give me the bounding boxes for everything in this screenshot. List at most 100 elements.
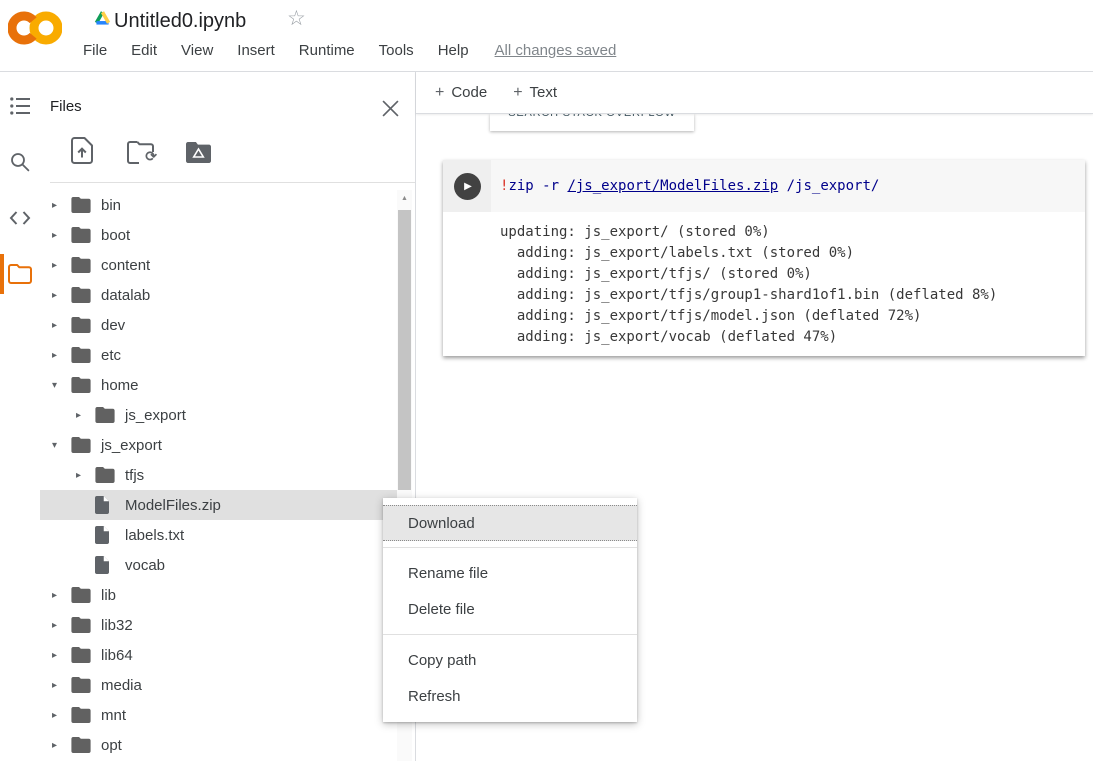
add-code-button[interactable]: + Code (435, 84, 487, 102)
tree-row-labels.txt[interactable]: labels.txt (40, 520, 397, 550)
menu-runtime[interactable]: Runtime (299, 42, 355, 59)
expand-arrow-icon[interactable]: ▸ (52, 230, 71, 241)
tree-row-content[interactable]: ▸ content (40, 250, 397, 280)
folder-icon (95, 407, 119, 423)
code-editor-row[interactable]: ▶ !zip -r /js_export/ModelFiles.zip /js_… (443, 160, 1085, 212)
expand-arrow-icon[interactable]: ▸ (52, 740, 71, 751)
tree-label: lib32 (101, 617, 133, 634)
menu-view[interactable]: View (181, 42, 213, 59)
scroll-up-arrow-icon[interactable]: ▲ (397, 190, 412, 206)
search-icon[interactable] (0, 142, 40, 182)
cell-output: updating: js_export/ (stored 0%) adding:… (443, 212, 1085, 356)
files-icon[interactable] (0, 254, 40, 294)
tree-label: boot (101, 227, 130, 244)
code-cell: ▶ !zip -r /js_export/ModelFiles.zip /js_… (443, 160, 1085, 356)
colab-logo-icon[interactable] (8, 6, 62, 55)
output-line: adding: js_export/tfjs/ (stored 0%) (500, 264, 1077, 285)
menu-help[interactable]: Help (438, 42, 469, 59)
menu-edit[interactable]: Edit (131, 42, 157, 59)
menu-tools[interactable]: Tools (379, 42, 414, 59)
expand-arrow-icon[interactable]: ▸ (76, 410, 95, 421)
colab-window: Untitled0.ipynb ☆ File Edit View Insert … (0, 0, 1093, 761)
add-text-label: Text (530, 84, 558, 101)
expand-arrow-icon[interactable]: ▸ (76, 470, 95, 481)
menu-item-delete-file[interactable]: Delete file (383, 592, 637, 628)
plus-icon: + (513, 84, 522, 102)
tree-row-lib[interactable]: ▸ lib (40, 580, 397, 610)
tree-label: lib (101, 587, 116, 604)
expand-arrow-icon[interactable]: ▸ (52, 680, 71, 691)
tree-row-boot[interactable]: ▸ boot (40, 220, 397, 250)
tree-row-home[interactable]: ▾home (40, 370, 397, 400)
google-drive-icon (94, 10, 111, 30)
file-icon (95, 526, 119, 544)
tree-label: tfjs (125, 467, 144, 484)
menu-item-refresh[interactable]: Refresh (383, 679, 637, 715)
code-path-link[interactable]: /js_export/ModelFiles.zip (567, 178, 778, 194)
tree-row-js_export[interactable]: ▸ js_export (40, 400, 397, 430)
expand-arrow-icon[interactable]: ▸ (52, 620, 71, 631)
tree-label: lib64 (101, 647, 133, 664)
tree-row-bin[interactable]: ▸bin (40, 190, 397, 220)
mount-drive-icon[interactable] (184, 134, 212, 164)
tree-row-dev[interactable]: ▸dev (40, 310, 397, 340)
save-status[interactable]: All changes saved (495, 42, 617, 59)
add-text-button[interactable]: + Text (513, 84, 557, 102)
collapse-arrow-icon[interactable]: ▾ (52, 440, 71, 451)
expand-arrow-icon[interactable]: ▸ (52, 290, 71, 301)
upload-file-icon[interactable] (68, 134, 96, 164)
menu-file[interactable]: File (83, 42, 107, 59)
tree-row-ModelFiles.zip[interactable]: ModelFiles.zip (40, 490, 397, 520)
scrollbar-thumb[interactable] (398, 210, 411, 490)
menu-item-copy-path[interactable]: Copy path (383, 643, 637, 679)
collapse-arrow-icon[interactable]: ▾ (52, 380, 71, 391)
folder-icon (71, 287, 95, 303)
tree-row-media[interactable]: ▸media (40, 670, 397, 700)
tree-row-tfjs[interactable]: ▸ tfjs (40, 460, 397, 490)
tree-label: ModelFiles.zip (125, 497, 221, 514)
files-toolbar: ⟳ (68, 134, 212, 164)
expand-arrow-icon[interactable]: ▸ (52, 200, 71, 211)
menu-insert[interactable]: Insert (237, 42, 275, 59)
code-line[interactable]: !zip -r /js_export/ModelFiles.zip /js_ex… (491, 160, 1085, 212)
menu-section: Download (383, 498, 637, 547)
files-panel: Files ⟳ (40, 72, 416, 761)
expand-arrow-icon[interactable]: ▸ (52, 710, 71, 721)
tree-label: etc (101, 347, 121, 364)
tree-row-etc[interactable]: ▸ etc (40, 340, 397, 370)
star-icon[interactable]: ☆ (287, 6, 306, 31)
code-suffix: /js_export/ (778, 178, 879, 194)
close-icon[interactable] (378, 96, 402, 120)
tree-row-opt[interactable]: ▸opt (40, 730, 397, 760)
files-panel-title: Files (50, 98, 82, 115)
tree-row-lib64[interactable]: ▸ lib64 (40, 640, 397, 670)
tree-row-mnt[interactable]: ▸mnt (40, 700, 397, 730)
menu-item-download[interactable]: Download (383, 505, 637, 541)
menu-item-rename-file[interactable]: Rename file (383, 556, 637, 592)
folder-icon (71, 317, 95, 333)
run-cell-button[interactable]: ▶ (454, 173, 481, 200)
folder-icon (71, 347, 95, 363)
file-icon (95, 496, 119, 514)
notebook-title[interactable]: Untitled0.ipynb (114, 7, 246, 35)
expand-arrow-icon[interactable]: ▸ (52, 650, 71, 661)
table-of-contents-icon[interactable] (0, 86, 40, 126)
tree-row-js_export[interactable]: ▾js_export (40, 430, 397, 460)
file-tree: ▸bin▸boot▸content▸datalab▸dev▸etc▾home▸j… (40, 190, 397, 760)
search-stack-overflow-button[interactable]: SEARCH STACK OVERFLOW (490, 114, 694, 131)
notebook-toolbar: + Code + Text (416, 72, 1093, 114)
tree-label: js_export (125, 407, 186, 424)
expand-arrow-icon[interactable]: ▸ (52, 320, 71, 331)
tree-row-datalab[interactable]: ▸datalab (40, 280, 397, 310)
tree-row-lib32[interactable]: ▸ lib32 (40, 610, 397, 640)
code-icon[interactable] (0, 198, 40, 238)
output-line: adding: js_export/vocab (deflated 47%) (500, 327, 1077, 348)
tree-label: content (101, 257, 150, 274)
menu-section: Copy pathRefresh (383, 634, 637, 722)
tree-row-vocab[interactable]: vocab (40, 550, 397, 580)
expand-arrow-icon[interactable]: ▸ (52, 350, 71, 361)
expand-arrow-icon[interactable]: ▸ (52, 260, 71, 271)
folder-icon (71, 647, 95, 663)
expand-arrow-icon[interactable]: ▸ (52, 590, 71, 601)
refresh-folder-icon[interactable]: ⟳ (126, 134, 154, 164)
